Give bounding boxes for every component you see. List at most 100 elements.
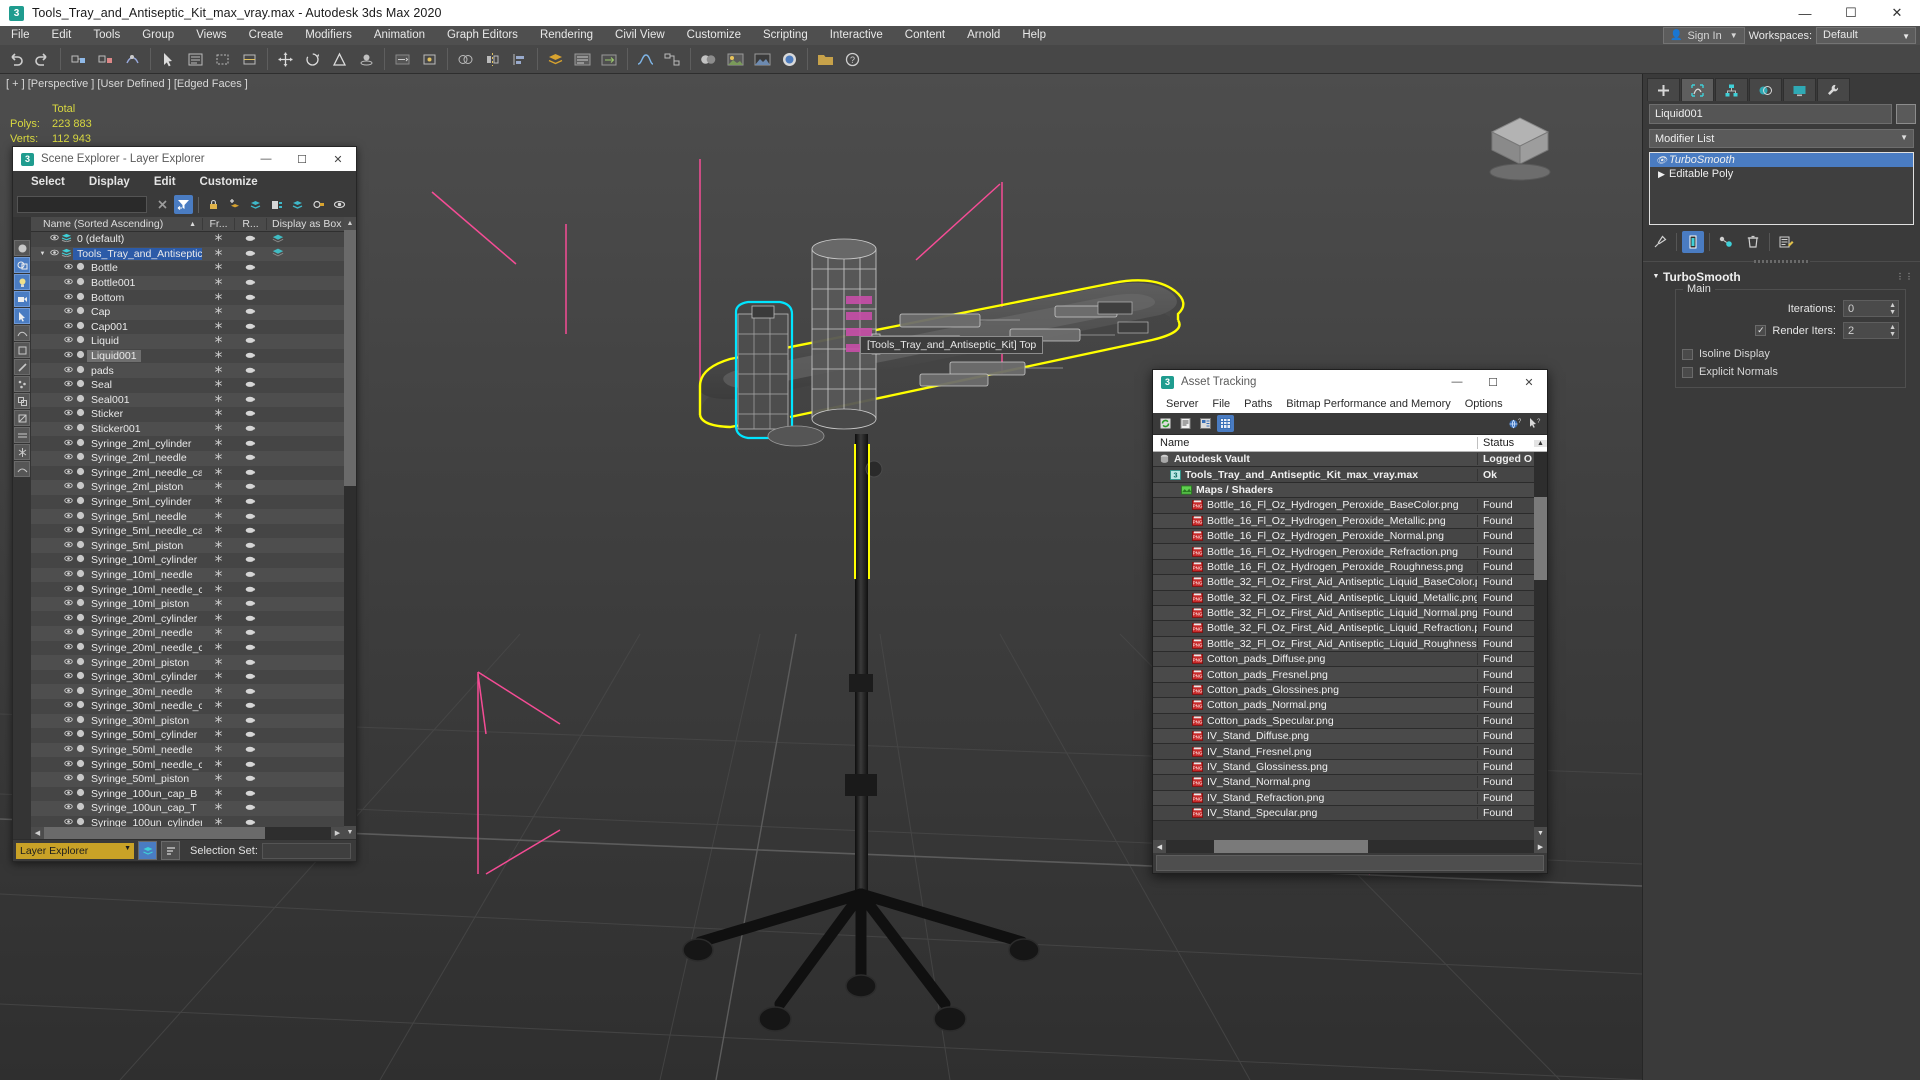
scene-explorer-row[interactable]: Seal [31,377,344,393]
scroll-down-arrow-icon[interactable]: ▼ [1534,827,1547,840]
redo-icon[interactable] [30,47,55,72]
visibility-toggle-icon[interactable] [62,262,74,274]
scene-explorer-row[interactable]: Syringe_100un_cap_T [31,801,344,816]
scene-explorer-row[interactable]: Liquid [31,334,344,349]
se-menu-edit[interactable]: Edit [154,176,176,188]
renderable-toggle-icon[interactable] [234,598,266,610]
layer-mode-button[interactable] [138,841,157,860]
asset-row[interactable]: Maps / Shaders [1153,482,1534,499]
scene-explorer-row[interactable]: Bottom [31,290,344,305]
scene-explorer-row[interactable]: Syringe_5ml_needle_cap [31,523,344,539]
scene-explorer-row[interactable]: 0 (default) [31,232,344,247]
renderable-toggle-icon[interactable] [234,642,266,654]
scene-explorer-row[interactable]: pads [31,363,344,378]
freeze-toggle-icon[interactable] [202,496,234,508]
minimize-button[interactable]: — [1439,370,1475,394]
renderable-toggle-icon[interactable] [234,423,266,435]
freeze-toggle-icon[interactable] [202,715,234,727]
object-name-field[interactable]: Liquid001 [1649,104,1892,124]
rendered-frame-window-icon[interactable] [750,47,775,72]
lock-icon[interactable] [204,195,223,214]
visibility-toggle-icon[interactable] [62,729,74,741]
v-scroll-track[interactable] [344,230,356,826]
make-unique-icon[interactable] [1715,231,1737,253]
visibility-toggle-icon[interactable] [48,248,60,260]
help-icon[interactable]: ? [840,47,865,72]
asset-row[interactable]: PNG Cotton_pads_Specular.png Found [1153,713,1534,730]
at-menu-paths[interactable]: Paths [1237,398,1279,410]
scene-explorer-row[interactable]: Syringe_30ml_needle_cap [31,699,344,714]
freeze-toggle-icon[interactable] [202,233,234,245]
scroll-up-arrow-icon[interactable]: ▲ [1534,439,1547,447]
scroll-up-arrow-icon[interactable]: ▲ [344,217,356,230]
renderable-toggle-icon[interactable] [234,496,266,508]
renderable-toggle-icon[interactable] [234,277,266,289]
renderable-toggle-icon[interactable] [234,627,266,639]
freeze-toggle-icon[interactable] [202,292,234,304]
renderable-toggle-icon[interactable] [234,335,266,347]
add-layer-icon[interactable] [225,195,244,214]
horizontal-scrollbar[interactable]: ◀ ▶ [31,827,344,839]
scene-explorer-row[interactable]: Cap [31,304,344,320]
scene-explorer-row[interactable]: Syringe_30ml_piston [31,713,344,729]
freeze-toggle-icon[interactable] [202,452,234,464]
maximize-button[interactable]: ☐ [284,147,320,171]
h-scroll-track[interactable] [1166,840,1534,853]
explicit-normals-row[interactable]: Explicit Normals [1682,363,1899,381]
schematic-view-icon[interactable] [660,47,685,72]
scene-explorer-row[interactable]: Syringe_10ml_needle [31,567,344,583]
select-and-scale-icon[interactable] [327,47,352,72]
unlink-icon[interactable] [93,47,118,72]
visibility-toggle-icon[interactable] [62,773,74,785]
list-rows-container[interactable]: 0 (default) ▼ Tools_Tray_and_Antiseptic_Ki… [31,232,344,827]
scene-explorer-row[interactable]: Seal001 [31,392,344,408]
visibility-toggle-icon[interactable] [62,379,74,391]
scene-explorer-row[interactable]: Sticker [31,407,344,422]
freeze-toggle-icon[interactable] [202,511,234,523]
menu-item-arnold[interactable]: Arnold [956,26,1011,45]
tab-hierarchy[interactable] [1715,78,1748,101]
visibility-toggle-icon[interactable] [62,554,74,566]
asset-row[interactable]: PNG IV_Stand_Glossiness.png Found [1153,759,1534,776]
clear-search-icon[interactable] [153,195,172,214]
filter-helpers-icon[interactable] [14,308,30,324]
vertical-scrollbar[interactable]: ▲ ▼ [344,217,356,839]
menu-item-file[interactable]: File [0,26,41,45]
renderable-toggle-icon[interactable] [234,292,266,304]
scene-explorer-row[interactable]: Syringe_5ml_needle [31,509,344,524]
freeze-toggle-icon[interactable] [202,627,234,639]
freeze-toggle-icon[interactable] [202,277,234,289]
filter-cameras-icon[interactable] [14,291,30,307]
scroll-down-arrow-icon[interactable]: ▼ [344,826,356,839]
freeze-toggle-icon[interactable] [202,408,234,420]
visibility-toggle-icon[interactable] [62,408,74,420]
filter-lights-icon[interactable] [14,274,30,290]
visibility-toggle-icon[interactable] [62,350,74,362]
render-production-icon[interactable] [777,47,802,72]
h-scroll-track[interactable] [44,827,331,839]
scene-explorer-row[interactable]: Cap001 [31,319,344,335]
menu-item-animation[interactable]: Animation [363,26,436,45]
freeze-toggle-icon[interactable] [202,657,234,669]
isoline-display-row[interactable]: Isoline Display [1682,345,1899,363]
renderable-toggle-icon[interactable] [234,802,266,814]
help-cursor-icon[interactable]: ? [1526,415,1543,432]
minimize-button[interactable]: — [248,147,284,171]
asset-row[interactable]: PNG Cotton_pads_Glossines.png Found [1153,682,1534,699]
scene-explorer-row[interactable]: Syringe_2ml_needle_cap [31,465,344,481]
window-crossing-icon[interactable] [237,47,262,72]
freeze-toggle-icon[interactable] [202,671,234,683]
freeze-toggle-icon[interactable] [202,729,234,741]
asset-row[interactable]: PNG Cotton_pads_Normal.png Found [1153,698,1534,714]
renderable-toggle-icon[interactable] [234,788,266,800]
freeze-toggle-icon[interactable] [202,394,234,406]
remove-modifier-icon[interactable] [1742,231,1764,253]
asset-row[interactable]: PNG Cotton_pads_Diffuse.png Found [1153,652,1534,668]
scene-explorer-row[interactable]: Syringe_10ml_needle_cap [31,582,344,597]
visibility-toggle-icon[interactable] [62,700,74,712]
visibility-toggle-icon[interactable] [62,540,74,552]
select-link-icon[interactable] [66,47,91,72]
material-editor-icon[interactable] [696,47,721,72]
scene-explorer-row[interactable]: Syringe_5ml_cylinder [31,494,344,510]
menu-item-content[interactable]: Content [894,26,956,45]
